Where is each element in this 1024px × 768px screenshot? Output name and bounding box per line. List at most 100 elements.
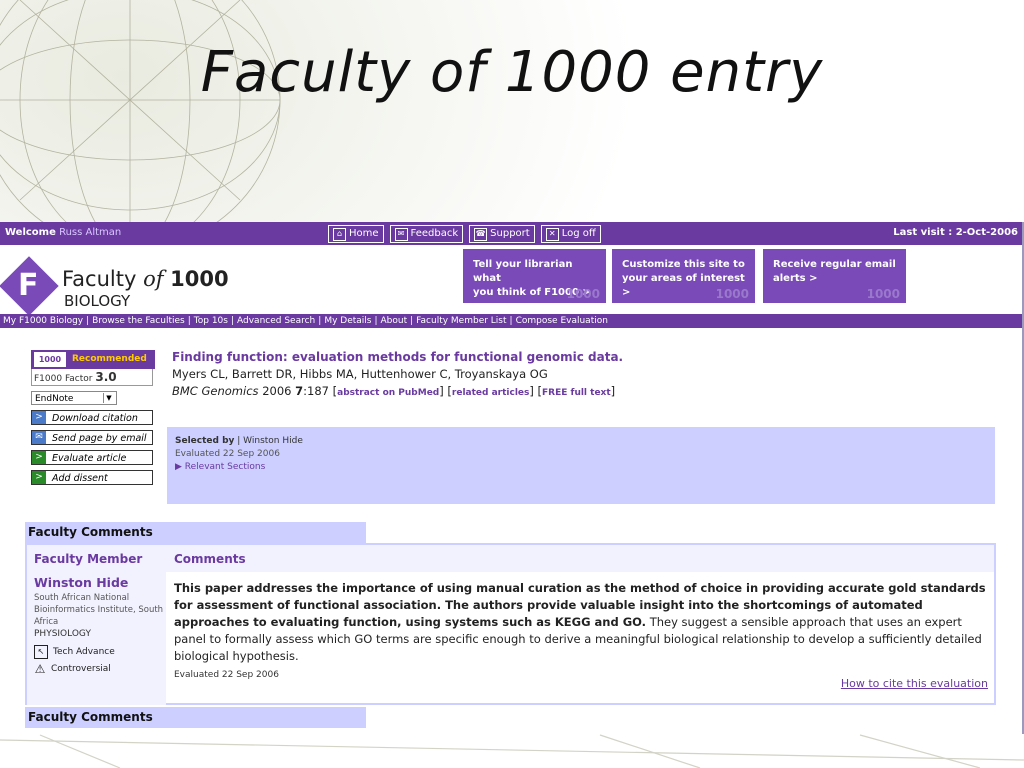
faculty-comments-heading-2: Faculty Comments (25, 707, 366, 728)
article-pages: :187 (303, 384, 329, 398)
welcome-label: Welcome (5, 227, 56, 238)
add-dissent-button[interactable]: > Add dissent (31, 470, 153, 485)
article-volume: 7 (295, 384, 304, 398)
download-citation-button[interactable]: > Download citation (31, 410, 153, 425)
comment-text: This paper addresses the importance of u… (174, 581, 986, 663)
f1000-badge: 1000 (34, 352, 66, 367)
promo-line: Tell your librarian what (473, 259, 573, 284)
promo-watermark: 1000 (715, 287, 749, 301)
recommended-label: Recommended (72, 354, 147, 364)
logo-number: 1000 (170, 267, 229, 291)
comment-cell: This paper addresses the importance of u… (174, 580, 990, 681)
logo-faculty: Faculty (62, 267, 137, 291)
selected-by-name[interactable]: Winston Hide (243, 436, 303, 446)
feedback-button-label: Feedback (410, 228, 459, 239)
recommended-badge: 1000 Recommended (31, 350, 155, 369)
promo-line: Customize this site to (622, 259, 745, 270)
logo-of: of (143, 267, 164, 291)
top-bar: Welcome Russ Altman ⌂ Home ✉ Feedback ☎ Sup… (0, 222, 1022, 245)
nav-advanced-search[interactable]: Advanced Search (234, 316, 318, 326)
member-institute: South African National Bioinformatics In… (34, 593, 164, 627)
evaluate-article-label: Evaluate article (52, 453, 127, 464)
member-department: PHYSIOLOGY (34, 629, 91, 639)
send-email-button[interactable]: ✉ Send page by email (31, 430, 153, 445)
nav-top-10s[interactable]: Top 10s (191, 316, 231, 326)
article-title[interactable]: Finding function: evaluation methods for… (172, 350, 992, 364)
home-icon: ⌂ (333, 227, 346, 241)
table-header-row (27, 545, 994, 572)
selection-panel: Selected by | Winston Hide Evaluated 22 … (167, 427, 995, 504)
promo-librarian[interactable]: Tell your librarian what you think of F1… (463, 249, 606, 303)
how-to-cite-link[interactable]: How to cite this evaluation (841, 677, 988, 690)
tag-label: Controversial (51, 664, 111, 674)
logoff-button-label: Log off (561, 228, 596, 239)
journal-name: BMC Genomics (172, 384, 259, 398)
main-nav: My F1000 Biology | Browse the Faculties | To… (0, 314, 1022, 328)
tag-label: Tech Advance (53, 647, 115, 657)
home-button[interactable]: ⌂ Home (328, 225, 384, 243)
col-comments: Comments (174, 552, 246, 566)
selected-by: Selected by | Winston Hide (175, 436, 303, 446)
nav-my-f1000[interactable]: My F1000 Biology (0, 316, 86, 326)
support-icon: ☎ (474, 227, 488, 241)
factor-label: F1000 Factor (34, 374, 93, 384)
relevant-sections-label: Relevant Sections (184, 462, 266, 472)
tag-tech-advance: ↖ Tech Advance (34, 645, 164, 659)
pubmed-abstract-link[interactable]: abstract on PubMed (337, 388, 439, 398)
support-button[interactable]: ☎ Support (469, 225, 535, 243)
member-name[interactable]: Winston Hide (34, 575, 164, 590)
mail-icon: ✉ (394, 227, 408, 241)
logo-subtitle: BIOLOGY (64, 292, 131, 310)
top-buttons: ⌂ Home ✉ Feedback ☎ Support ✕ Log off (328, 225, 601, 243)
arrow-icon: > (32, 471, 46, 484)
faculty-comments-heading: Faculty Comments (25, 522, 366, 543)
tech-advance-icon: ↖ (34, 645, 48, 659)
citation-format-value: EndNote (35, 394, 74, 404)
relevant-sections-toggle[interactable]: ▶ Relevant Sections (175, 462, 987, 472)
arrow-icon: > (32, 451, 46, 464)
triangle-right-icon: ▶ (175, 462, 182, 472)
col-faculty-member: Faculty Member (34, 552, 143, 566)
logo-title[interactable]: Faculty of 1000 (62, 267, 229, 291)
arrow-icon: > (32, 411, 46, 424)
free-full-text-link[interactable]: FREE full text (542, 388, 611, 398)
article-info: Finding function: evaluation methods for… (172, 350, 992, 398)
nav-my-details[interactable]: My Details (321, 316, 374, 326)
mail-icon: ✉ (32, 431, 46, 444)
nav-browse-faculties[interactable]: Browse the Faculties (89, 316, 188, 326)
nav-faculty-member-list[interactable]: Faculty Member List (413, 316, 509, 326)
add-dissent-label: Add dissent (52, 473, 108, 484)
browser-screenshot: Welcome Russ Altman ⌂ Home ✉ Feedback ☎ Sup… (0, 222, 1024, 734)
send-email-label: Send page by email (52, 433, 147, 444)
warning-icon: ⚠ (34, 662, 46, 676)
evaluate-article-button[interactable]: > Evaluate article (31, 450, 153, 465)
article-citation: BMC Genomics 2006 7:187 [abstract on Pub… (172, 384, 616, 398)
evaluated-date: Evaluated 22 Sep 2006 (175, 449, 280, 459)
f1000-factor: F1000 Factor 3.0 (31, 369, 153, 386)
download-citation-label: Download citation (52, 413, 138, 424)
promo-line: alerts > (773, 273, 818, 284)
feedback-button[interactable]: ✉ Feedback (389, 225, 464, 243)
home-button-label: Home (349, 228, 379, 239)
close-icon: ✕ (545, 227, 559, 241)
nav-compose-evaluation[interactable]: Compose Evaluation (513, 316, 611, 326)
slide-title: Faculty of 1000 entry (200, 40, 824, 105)
support-button-label: Support (490, 228, 530, 239)
promo-email-alerts[interactable]: Receive regular email alerts > 1000 (763, 249, 906, 303)
promo-watermark: 1000 (866, 287, 900, 301)
promo-watermark: 1000 (566, 287, 600, 301)
citation-format-select[interactable]: EndNote ▼ (31, 391, 117, 405)
last-visit: Last visit : 2-Oct-2006 (893, 227, 1018, 238)
factor-value: 3.0 (95, 370, 117, 384)
chevron-down-icon: ▼ (103, 393, 114, 403)
promo-customize[interactable]: Customize this site to your areas of int… (612, 249, 755, 303)
logoff-button[interactable]: ✕ Log off (540, 225, 601, 243)
tag-controversial: ⚠ Controversial (34, 663, 164, 675)
related-articles-link[interactable]: related articles (452, 388, 529, 398)
article-year: 2006 (262, 384, 292, 398)
faculty-member-cell: Winston Hide South African National Bioi… (34, 575, 164, 675)
faculty-comments-table: Faculty Member Comments Winston Hide Sou… (25, 543, 996, 705)
nav-about[interactable]: About (378, 316, 411, 326)
user-name: Russ Altman (59, 227, 122, 238)
logo-letter: F (18, 268, 39, 303)
